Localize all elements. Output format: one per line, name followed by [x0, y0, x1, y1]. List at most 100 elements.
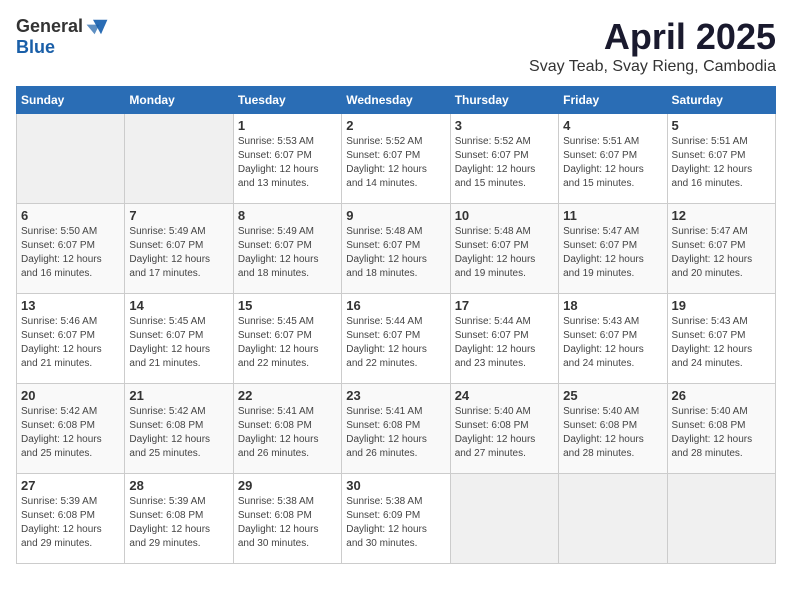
- day-info: Sunrise: 5:48 AM Sunset: 6:07 PM Dayligh…: [346, 225, 445, 281]
- logo-icon: [85, 18, 109, 36]
- day-cell: 10 Sunrise: 5:48 AM Sunset: 6:07 PM Dayli…: [450, 204, 558, 294]
- day-cell: 17 Sunrise: 5:44 AM Sunset: 6:07 PM Dayli…: [450, 294, 558, 384]
- logo-blue: Blue: [16, 37, 55, 58]
- day-number: 22: [238, 388, 337, 403]
- day-info: Sunrise: 5:43 AM Sunset: 6:07 PM Dayligh…: [672, 315, 771, 371]
- day-cell: 4 Sunrise: 5:51 AM Sunset: 6:07 PM Daylig…: [559, 114, 667, 204]
- day-info: Sunrise: 5:39 AM Sunset: 6:08 PM Dayligh…: [129, 495, 228, 551]
- day-number: 30: [346, 478, 445, 493]
- day-info: Sunrise: 5:45 AM Sunset: 6:07 PM Dayligh…: [129, 315, 228, 371]
- day-cell: 20 Sunrise: 5:42 AM Sunset: 6:08 PM Dayli…: [17, 384, 125, 474]
- day-cell: 18 Sunrise: 5:43 AM Sunset: 6:07 PM Dayli…: [559, 294, 667, 384]
- day-cell: 8Sunrise: 5:49 AM Sunset: 6:07 PM Daylig…: [233, 204, 341, 294]
- day-number: 16: [346, 298, 445, 313]
- day-cell: 14 Sunrise: 5:45 AM Sunset: 6:07 PM Dayli…: [125, 294, 233, 384]
- week-row-1: 1Sunrise: 5:53 AM Sunset: 6:07 PM Daylig…: [17, 114, 776, 204]
- day-cell: 3 Sunrise: 5:52 AM Sunset: 6:07 PM Daylig…: [450, 114, 558, 204]
- week-row-3: 13 Sunrise: 5:46 AM Sunset: 6:07 PM Dayli…: [17, 294, 776, 384]
- day-info: Sunrise: 5:40 AM Sunset: 6:08 PM Dayligh…: [455, 405, 554, 461]
- day-cell: 6 Sunrise: 5:50 AM Sunset: 6:07 PM Daylig…: [17, 204, 125, 294]
- day-number: 20: [21, 388, 120, 403]
- day-info: Sunrise: 5:50 AM Sunset: 6:07 PM Dayligh…: [21, 225, 120, 281]
- day-number: 9: [346, 208, 445, 223]
- day-number: 4: [563, 118, 662, 133]
- day-number: 26: [672, 388, 771, 403]
- day-cell: 16 Sunrise: 5:44 AM Sunset: 6:07 PM Dayli…: [342, 294, 450, 384]
- day-number: 19: [672, 298, 771, 313]
- day-number: 8: [238, 208, 337, 223]
- day-info: Sunrise: 5:46 AM Sunset: 6:07 PM Dayligh…: [21, 315, 120, 371]
- day-number: 14: [129, 298, 228, 313]
- days-header-row: SundayMondayTuesdayWednesdayThursdayFrid…: [17, 87, 776, 114]
- day-info: Sunrise: 5:42 AM Sunset: 6:08 PM Dayligh…: [129, 405, 228, 461]
- day-cell: [450, 474, 558, 564]
- day-info: Sunrise: 5:40 AM Sunset: 6:08 PM Dayligh…: [563, 405, 662, 461]
- day-header-sunday: Sunday: [17, 87, 125, 114]
- day-cell: 15Sunrise: 5:45 AM Sunset: 6:07 PM Dayli…: [233, 294, 341, 384]
- day-header-wednesday: Wednesday: [342, 87, 450, 114]
- day-info: Sunrise: 5:53 AM Sunset: 6:07 PM Dayligh…: [238, 135, 337, 191]
- day-cell: 21 Sunrise: 5:42 AM Sunset: 6:08 PM Dayli…: [125, 384, 233, 474]
- day-number: 3: [455, 118, 554, 133]
- day-number: 29: [238, 478, 337, 493]
- day-number: 11: [563, 208, 662, 223]
- day-info: Sunrise: 5:41 AM Sunset: 6:08 PM Dayligh…: [238, 405, 337, 461]
- day-info: Sunrise: 5:38 AM Sunset: 6:08 PM Dayligh…: [238, 495, 337, 551]
- day-header-thursday: Thursday: [450, 87, 558, 114]
- day-info: Sunrise: 5:51 AM Sunset: 6:07 PM Dayligh…: [563, 135, 662, 191]
- day-info: Sunrise: 5:43 AM Sunset: 6:07 PM Dayligh…: [563, 315, 662, 371]
- day-cell: [667, 474, 775, 564]
- logo-general: General: [16, 16, 83, 37]
- day-number: 28: [129, 478, 228, 493]
- day-info: Sunrise: 5:44 AM Sunset: 6:07 PM Dayligh…: [455, 315, 554, 371]
- day-number: 6: [21, 208, 120, 223]
- month-title: April 2025: [529, 16, 776, 58]
- day-number: 5: [672, 118, 771, 133]
- day-cell: 26 Sunrise: 5:40 AM Sunset: 6:08 PM Dayli…: [667, 384, 775, 474]
- day-number: 27: [21, 478, 120, 493]
- subtitle: Svay Teab, Svay Rieng, Cambodia: [529, 58, 776, 76]
- day-number: 12: [672, 208, 771, 223]
- week-row-5: 27 Sunrise: 5:39 AM Sunset: 6:08 PM Dayli…: [17, 474, 776, 564]
- day-info: Sunrise: 5:42 AM Sunset: 6:08 PM Dayligh…: [21, 405, 120, 461]
- day-number: 18: [563, 298, 662, 313]
- day-info: Sunrise: 5:51 AM Sunset: 6:07 PM Dayligh…: [672, 135, 771, 191]
- day-cell: 25Sunrise: 5:40 AM Sunset: 6:08 PM Dayli…: [559, 384, 667, 474]
- day-info: Sunrise: 5:44 AM Sunset: 6:07 PM Dayligh…: [346, 315, 445, 371]
- day-info: Sunrise: 5:45 AM Sunset: 6:07 PM Dayligh…: [238, 315, 337, 371]
- week-row-4: 20 Sunrise: 5:42 AM Sunset: 6:08 PM Dayli…: [17, 384, 776, 474]
- day-info: Sunrise: 5:49 AM Sunset: 6:07 PM Dayligh…: [129, 225, 228, 281]
- title-area: April 2025 Svay Teab, Svay Rieng, Cambod…: [529, 16, 776, 76]
- day-number: 13: [21, 298, 120, 313]
- day-cell: 11 Sunrise: 5:47 AM Sunset: 6:07 PM Dayli…: [559, 204, 667, 294]
- logo: General Blue: [16, 16, 109, 58]
- day-info: Sunrise: 5:41 AM Sunset: 6:08 PM Dayligh…: [346, 405, 445, 461]
- day-number: 10: [455, 208, 554, 223]
- day-info: Sunrise: 5:52 AM Sunset: 6:07 PM Dayligh…: [346, 135, 445, 191]
- day-cell: 30 Sunrise: 5:38 AM Sunset: 6:09 PM Dayli…: [342, 474, 450, 564]
- day-cell: 1Sunrise: 5:53 AM Sunset: 6:07 PM Daylig…: [233, 114, 341, 204]
- day-info: Sunrise: 5:40 AM Sunset: 6:08 PM Dayligh…: [672, 405, 771, 461]
- day-cell: 12Sunrise: 5:47 AM Sunset: 6:07 PM Dayli…: [667, 204, 775, 294]
- day-number: 7: [129, 208, 228, 223]
- day-header-saturday: Saturday: [667, 87, 775, 114]
- day-info: Sunrise: 5:52 AM Sunset: 6:07 PM Dayligh…: [455, 135, 554, 191]
- day-cell: 27Sunrise: 5:39 AM Sunset: 6:08 PM Dayli…: [17, 474, 125, 564]
- header: General Blue April 2025 Svay Teab, Svay …: [16, 16, 776, 76]
- day-number: 21: [129, 388, 228, 403]
- day-cell: [125, 114, 233, 204]
- day-cell: 2 Sunrise: 5:52 AM Sunset: 6:07 PM Daylig…: [342, 114, 450, 204]
- day-cell: 19 Sunrise: 5:43 AM Sunset: 6:07 PM Dayli…: [667, 294, 775, 384]
- day-number: 2: [346, 118, 445, 133]
- week-row-2: 6 Sunrise: 5:50 AM Sunset: 6:07 PM Daylig…: [17, 204, 776, 294]
- day-number: 17: [455, 298, 554, 313]
- day-cell: 9 Sunrise: 5:48 AM Sunset: 6:07 PM Daylig…: [342, 204, 450, 294]
- day-info: Sunrise: 5:48 AM Sunset: 6:07 PM Dayligh…: [455, 225, 554, 281]
- day-cell: 23Sunrise: 5:41 AM Sunset: 6:08 PM Dayli…: [342, 384, 450, 474]
- day-header-tuesday: Tuesday: [233, 87, 341, 114]
- day-cell: 13 Sunrise: 5:46 AM Sunset: 6:07 PM Dayli…: [17, 294, 125, 384]
- day-info: Sunrise: 5:47 AM Sunset: 6:07 PM Dayligh…: [563, 225, 662, 281]
- day-header-monday: Monday: [125, 87, 233, 114]
- day-info: Sunrise: 5:38 AM Sunset: 6:09 PM Dayligh…: [346, 495, 445, 551]
- day-number: 24: [455, 388, 554, 403]
